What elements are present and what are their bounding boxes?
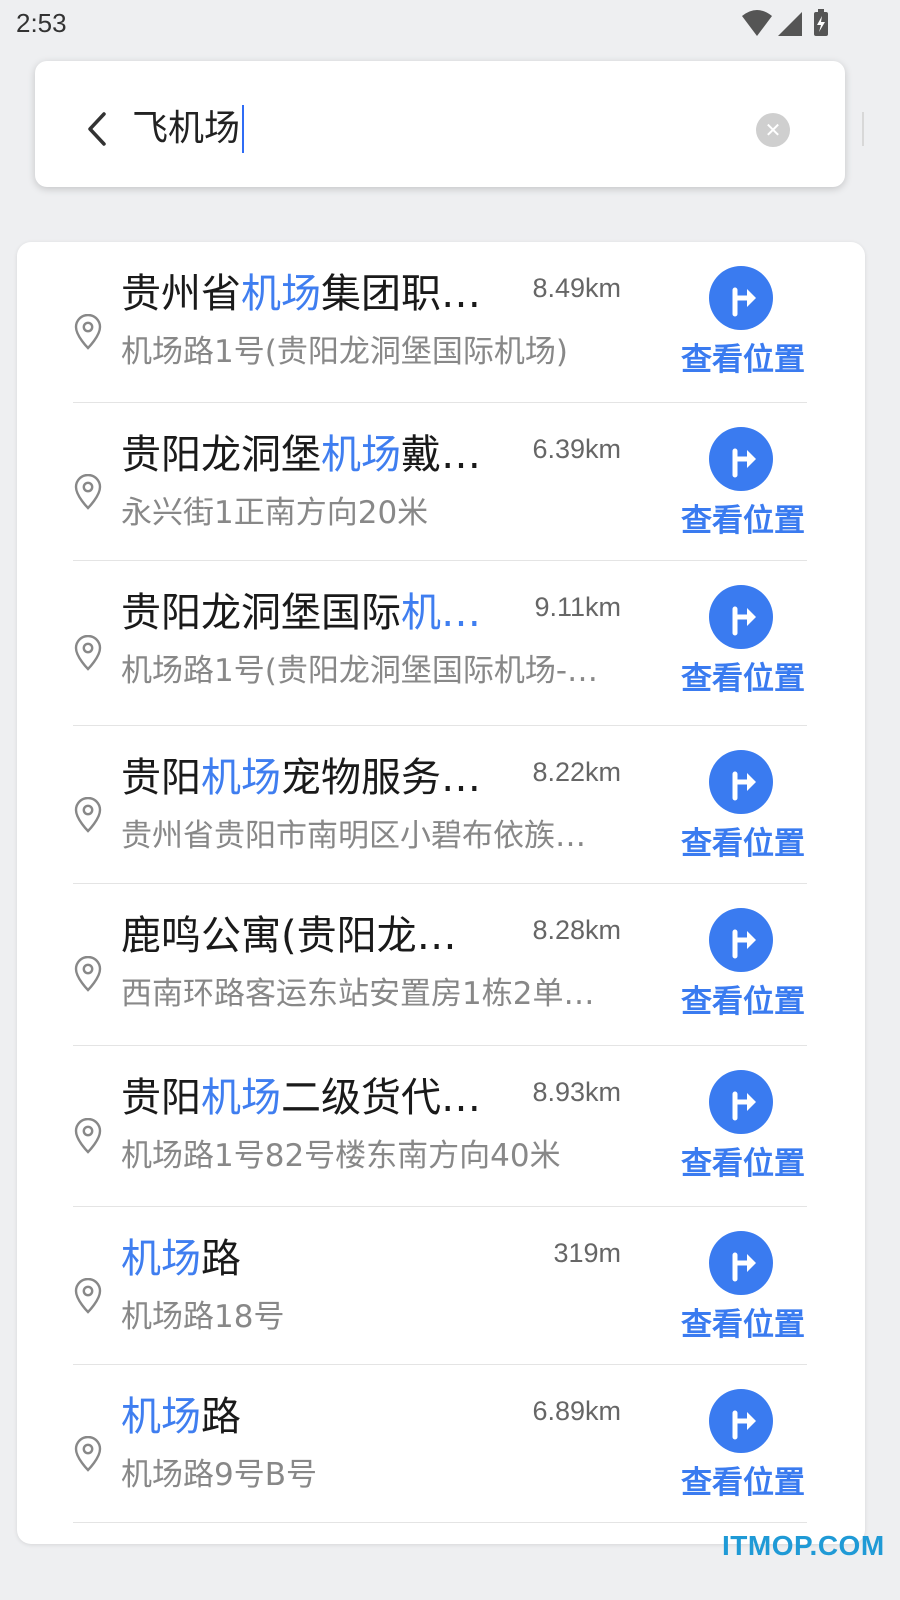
result-row[interactable]: 贵阳龙洞堡机场戴… 6.39km 永兴街1正南方向20米 查看位置 — [17, 403, 865, 561]
result-address: 机场路18号 — [121, 1299, 285, 1335]
title-highlight: 机场 — [121, 1394, 201, 1440]
directions-button[interactable] — [709, 266, 773, 330]
directions-button[interactable] — [709, 585, 773, 649]
result-address: 机场路9号B号 — [121, 1457, 317, 1493]
title-text: 贵阳 — [121, 755, 201, 801]
title-text: 贵阳龙洞堡国际 — [121, 590, 401, 636]
title-highlight: 机场 — [321, 432, 401, 478]
clear-search-button[interactable]: ✕ — [756, 113, 790, 147]
turn-right-icon — [732, 1410, 756, 1440]
title-text: 贵州省 — [121, 271, 241, 317]
status-icons — [742, 9, 828, 36]
result-address: 贵州省贵阳市南明区小碧布依族… — [121, 818, 586, 854]
result-title: 贵阳机场宠物服务… — [121, 750, 513, 806]
directions-button[interactable] — [709, 1389, 773, 1453]
edge-divider — [862, 112, 864, 146]
location-pin-icon — [74, 1277, 102, 1314]
title-text: 路 — [201, 1394, 241, 1440]
result-row[interactable]: 贵州省机场集团职… 8.49km 机场路1号(贵阳龙洞堡国际机场) 查看位置 — [17, 242, 865, 403]
location-pin-icon — [74, 634, 102, 671]
turn-right-icon — [732, 606, 756, 636]
result-title: 机场路 — [121, 1389, 513, 1445]
result-distance: 9.11km — [534, 592, 621, 622]
result-row[interactable]: 鹿鸣公寓(贵阳龙… 8.28km 西南环路客运东站安置房1栋2单… 查看位置 — [17, 884, 865, 1046]
directions-button[interactable] — [709, 908, 773, 972]
title-text: 二级货代… — [281, 1075, 481, 1121]
search-input[interactable]: 飞机场 — [132, 104, 245, 154]
result-row[interactable]: 机场路 319m 机场路18号 查看位置 — [17, 1207, 865, 1365]
title-highlight: 机… — [401, 590, 481, 636]
title-text: 集团职… — [321, 271, 481, 317]
view-location-link[interactable]: 查看位置 — [673, 501, 813, 541]
location-pin-icon — [74, 796, 102, 833]
turn-right-icon — [732, 929, 756, 959]
result-distance: 319m — [553, 1238, 621, 1268]
result-title: 贵州省机场集团职… — [121, 266, 513, 322]
result-title: 机场路 — [121, 1231, 513, 1287]
title-highlight: 机场 — [201, 755, 281, 801]
location-pin-icon — [74, 1118, 102, 1154]
location-pin-icon — [74, 1435, 102, 1472]
title-text: 路 — [201, 1236, 241, 1282]
title-text: 戴… — [401, 432, 481, 478]
result-address: 机场路1号82号楼东南方向40米 — [121, 1138, 561, 1174]
result-address: 永兴街1正南方向20米 — [121, 495, 429, 531]
search-query: 飞机场 — [132, 108, 241, 149]
result-title: 贵阳机场二级货代… — [121, 1070, 513, 1126]
title-highlight: 机场 — [201, 1075, 281, 1121]
cellular-signal-icon — [778, 12, 802, 36]
title-text: 贵阳 — [121, 1075, 201, 1121]
result-title: 贵阳龙洞堡机场戴… — [121, 427, 513, 483]
text-caret — [242, 105, 245, 153]
title-highlight: 机场 — [241, 271, 321, 317]
result-distance: 6.89km — [532, 1396, 621, 1426]
back-arrow-icon[interactable] — [76, 104, 116, 154]
watermark: ITMOP.COM — [722, 1530, 885, 1561]
view-location-link[interactable]: 查看位置 — [673, 1144, 813, 1184]
result-title: 鹿鸣公寓(贵阳龙… — [121, 908, 513, 964]
result-address: 机场路1号(贵阳龙洞堡国际机场-… — [121, 653, 599, 689]
title-text: 贵阳龙洞堡 — [121, 432, 321, 478]
result-title: 贵阳龙洞堡国际机… — [121, 585, 513, 641]
view-location-link[interactable]: 查看位置 — [673, 659, 813, 699]
result-row[interactable]: 贵阳机场宠物服务… 8.22km 贵州省贵阳市南明区小碧布依族… 查看位置 — [17, 726, 865, 884]
view-location-link[interactable]: 查看位置 — [673, 340, 813, 380]
title-highlight: 机场 — [121, 1236, 201, 1282]
directions-button[interactable] — [709, 1070, 773, 1134]
result-distance: 8.93km — [532, 1077, 621, 1107]
view-location-link[interactable]: 查看位置 — [673, 982, 813, 1022]
result-distance: 8.22km — [532, 757, 621, 787]
close-icon: ✕ — [764, 118, 782, 142]
directions-button[interactable] — [709, 427, 773, 491]
result-row[interactable]: 贵阳龙洞堡国际机… 9.11km 机场路1号(贵阳龙洞堡国际机场-… 查看位置 — [17, 561, 865, 726]
result-distance: 6.39km — [532, 434, 621, 464]
turn-right-icon — [732, 1252, 756, 1282]
location-pin-icon — [74, 314, 102, 350]
result-distance: 8.49km — [532, 273, 621, 303]
row-divider — [73, 1522, 807, 1523]
result-row[interactable]: 机场路 6.89km 机场路9号B号 查看位置 — [17, 1365, 865, 1523]
battery-icon — [814, 9, 828, 36]
view-location-link[interactable]: 查看位置 — [673, 1305, 813, 1345]
turn-right-icon — [732, 287, 756, 317]
view-location-link[interactable]: 查看位置 — [673, 824, 813, 864]
result-address: 西南环路客运东站安置房1栋2单… — [121, 976, 595, 1012]
view-location-link[interactable]: 查看位置 — [673, 1463, 813, 1503]
result-distance: 8.28km — [532, 915, 621, 945]
directions-button[interactable] — [709, 750, 773, 814]
location-pin-icon — [74, 956, 102, 993]
directions-button[interactable] — [709, 1231, 773, 1295]
result-address: 机场路1号(贵阳龙洞堡国际机场) — [121, 334, 568, 370]
turn-right-icon — [732, 771, 756, 801]
turn-right-icon — [732, 448, 756, 478]
turn-right-icon — [732, 1091, 756, 1121]
status-bar: 2:53 — [0, 0, 882, 48]
title-text: 宠物服务… — [281, 755, 481, 801]
status-time: 2:53 — [16, 8, 67, 38]
result-row[interactable]: 贵阳机场二级货代… 8.93km 机场路1号82号楼东南方向40米 查看位置 — [17, 1046, 865, 1207]
location-pin-icon — [74, 473, 102, 510]
wifi-icon — [742, 10, 772, 36]
title-text: 鹿鸣公寓(贵阳龙… — [121, 913, 457, 959]
